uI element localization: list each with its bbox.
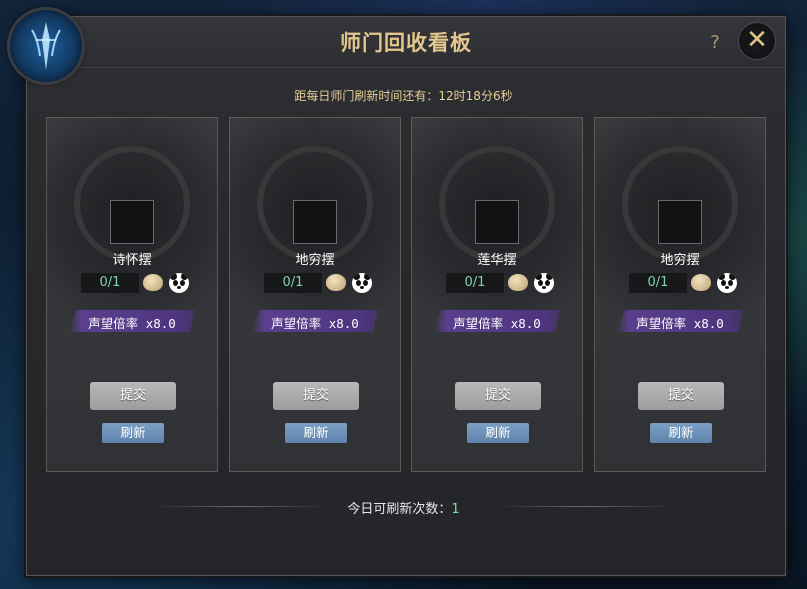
refresh-timer: 距每日师门刷新时间还有：12时18分6秒 — [294, 89, 513, 103]
item-count: 0/1 — [446, 273, 504, 293]
egg-icon[interactable] — [326, 274, 346, 291]
item-name: 莲华摆 — [477, 253, 517, 268]
panda-icon[interactable] — [717, 273, 737, 293]
item-name: 诗怀摆 — [112, 253, 152, 268]
item-name: 地穷摆 — [295, 253, 335, 268]
window-header: 师门回收看板 — [27, 17, 785, 68]
refresh-button[interactable]: 刷新 — [467, 423, 529, 443]
refresh-count-value: 1 — [451, 502, 460, 517]
refresh-count-footer: 今日可刷新次数：1 — [0, 498, 807, 517]
reputation-multiplier: 声望倍率 x8.0 — [88, 316, 176, 331]
egg-icon[interactable] — [508, 274, 528, 291]
egg-icon[interactable] — [691, 274, 711, 291]
item-count: 0/1 — [629, 273, 687, 293]
refresh-button[interactable]: 刷新 — [285, 423, 347, 443]
panda-icon[interactable] — [169, 273, 189, 293]
submit-button[interactable]: 提交 — [273, 382, 359, 410]
help-button[interactable]: ? — [704, 32, 726, 54]
item-slot[interactable] — [110, 200, 154, 244]
window-title: 师门回收看板 — [340, 31, 472, 55]
submit-button[interactable]: 提交 — [90, 382, 176, 410]
reputation-multiplier: 声望倍率 x8.0 — [636, 316, 724, 331]
close-button[interactable]: ✕ — [738, 22, 776, 60]
panda-icon[interactable] — [534, 273, 554, 293]
item-slot[interactable] — [293, 200, 337, 244]
egg-icon[interactable] — [143, 274, 163, 291]
item-slot[interactable] — [658, 200, 702, 244]
reputation-multiplier: 声望倍率 x8.0 — [453, 316, 541, 331]
refresh-button[interactable]: 刷新 — [102, 423, 164, 443]
recycle-card: 地穷摆 0/1 声望倍率 x8.0 提交 刷新 — [229, 117, 401, 472]
refresh-button[interactable]: 刷新 — [650, 423, 712, 443]
item-count: 0/1 — [81, 273, 139, 293]
submit-button[interactable]: 提交 — [455, 382, 541, 410]
sect-emblem-icon — [10, 10, 82, 82]
recycle-card: 诗怀摆 0/1 声望倍率 x8.0 提交 刷新 — [46, 117, 218, 472]
recycle-card: 莲华摆 0/1 声望倍率 x8.0 提交 刷新 — [411, 117, 583, 472]
item-count: 0/1 — [264, 273, 322, 293]
item-slot[interactable] — [475, 200, 519, 244]
refresh-count-label: 今日可刷新次数： — [347, 502, 452, 517]
reputation-multiplier: 声望倍率 x8.0 — [271, 316, 359, 331]
submit-button[interactable]: 提交 — [638, 382, 724, 410]
recycle-card: 地穷摆 0/1 声望倍率 x8.0 提交 刷新 — [594, 117, 766, 472]
panda-icon[interactable] — [352, 273, 372, 293]
item-name: 地穷摆 — [660, 253, 700, 268]
